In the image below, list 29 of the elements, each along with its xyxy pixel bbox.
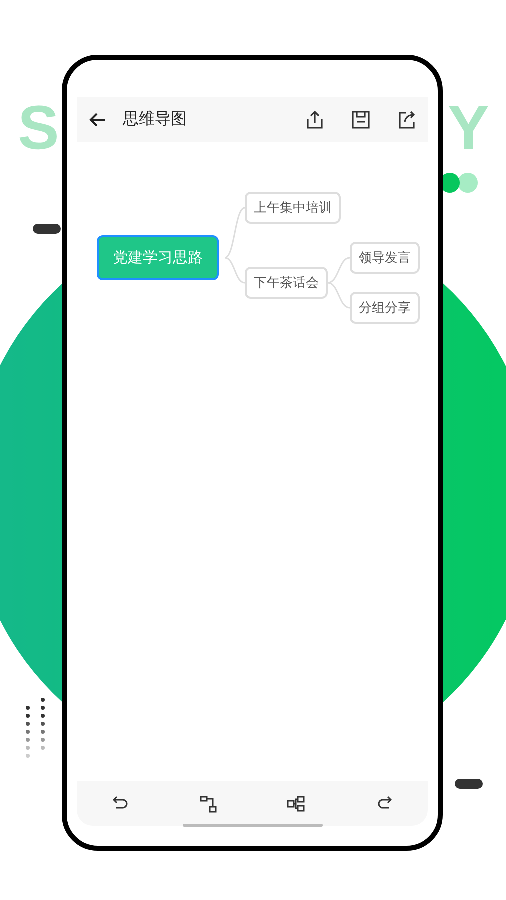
mind-map-node[interactable]: 领导发言 bbox=[350, 242, 420, 274]
backdrop-letter: Y bbox=[448, 98, 490, 160]
decor-dot bbox=[41, 722, 45, 726]
decor-dot bbox=[26, 746, 30, 750]
decor-pill bbox=[455, 779, 483, 789]
window-title: 思维导图 bbox=[123, 109, 188, 130]
mind-map-node[interactable]: 上午集中培训 bbox=[245, 192, 341, 224]
mind-map-node[interactable]: 下午茶话会 bbox=[245, 267, 328, 299]
decor-dot bbox=[26, 730, 30, 734]
backdrop-letter: S bbox=[18, 98, 60, 160]
upload-icon[interactable] bbox=[304, 108, 326, 130]
decor-dot bbox=[26, 754, 30, 758]
decor-dot bbox=[41, 698, 45, 702]
connector-line bbox=[328, 282, 350, 309]
save-icon[interactable] bbox=[350, 108, 372, 130]
decor-dot bbox=[41, 746, 45, 750]
decor-dot bbox=[41, 706, 45, 710]
export-icon[interactable] bbox=[396, 108, 418, 130]
decor-dot bbox=[41, 738, 45, 742]
decor-dot bbox=[41, 730, 45, 734]
decor-dot bbox=[26, 714, 30, 718]
decor-dot bbox=[26, 738, 30, 742]
mind-map-node[interactable]: 分组分享 bbox=[350, 292, 420, 324]
decor-pill bbox=[33, 224, 61, 234]
decor-dot bbox=[458, 173, 478, 193]
decor-dot bbox=[26, 706, 30, 710]
connector-line bbox=[328, 257, 350, 284]
decor-dot bbox=[41, 714, 45, 718]
decor-dot bbox=[26, 722, 30, 726]
